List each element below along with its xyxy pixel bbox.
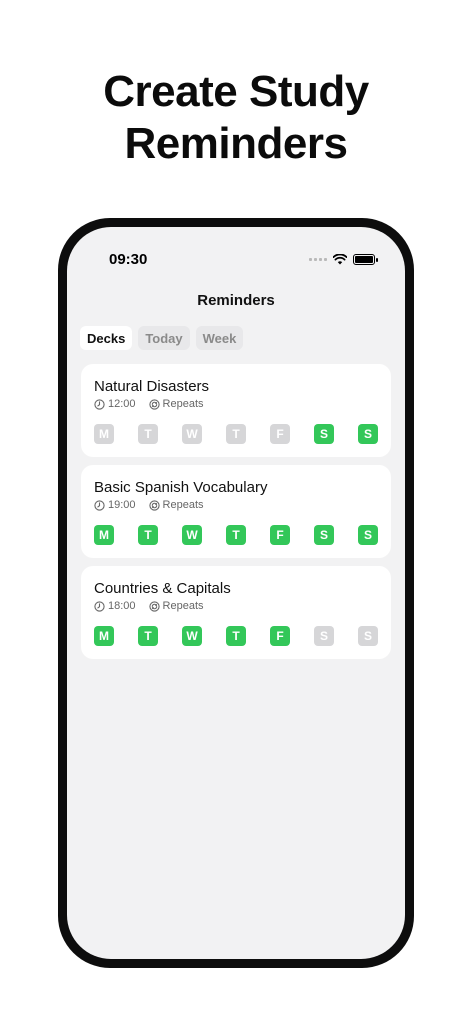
- tab-today[interactable]: Today: [138, 326, 190, 350]
- reminder-card[interactable]: Basic Spanish Vocabulary 19:00 Repeats M T W T…: [81, 465, 391, 558]
- day-toggle[interactable]: T: [138, 626, 158, 646]
- reminder-time: 18:00: [94, 600, 136, 612]
- clock-icon: [94, 499, 105, 511]
- day-toggle[interactable]: S: [314, 424, 334, 444]
- segmented-tabs: Decks Today Week: [80, 326, 244, 350]
- day-toggle[interactable]: W: [182, 626, 202, 646]
- clock-icon: [94, 600, 105, 612]
- repeat-icon: [148, 499, 160, 511]
- weekday-selector: MTWTFSS: [94, 626, 378, 646]
- reminder-title: Countries & Capitals: [94, 580, 231, 597]
- reminder-repeat-label: Repeats: [162, 398, 204, 410]
- day-toggle[interactable]: S: [314, 626, 334, 646]
- reminder-card[interactable]: Natural Disasters 12:00 Repeats M T W T F S S: [81, 364, 391, 457]
- day-toggle[interactable]: T: [226, 525, 246, 545]
- status-bar-indicators: [309, 254, 378, 265]
- day-toggle[interactable]: W: [182, 525, 202, 545]
- reminder-meta: 18:00 Repeats: [94, 600, 204, 612]
- tab-decks[interactable]: Decks: [80, 326, 133, 350]
- weekday-selector: MTWTFSS: [94, 424, 378, 444]
- reminder-repeat: Repeats: [148, 600, 204, 612]
- tab-week[interactable]: Week: [195, 326, 244, 350]
- day-toggle[interactable]: M: [94, 626, 114, 646]
- day-toggle[interactable]: M: [94, 424, 114, 444]
- reminder-repeat-label: Repeats: [162, 499, 204, 511]
- reminder-time-value: 12:00: [108, 398, 136, 410]
- day-toggle[interactable]: S: [358, 626, 378, 646]
- battery-icon: [353, 254, 378, 265]
- day-toggle[interactable]: S: [314, 525, 334, 545]
- status-bar-time: 09:30: [109, 251, 148, 268]
- day-toggle[interactable]: T: [138, 525, 158, 545]
- reminder-title: Natural Disasters: [94, 378, 210, 395]
- reminder-repeat: Repeats: [148, 398, 204, 410]
- reminder-time: 12:00: [94, 398, 136, 410]
- day-toggle[interactable]: S: [358, 424, 378, 444]
- clock-icon: [94, 398, 105, 410]
- cellular-signal-icon: [309, 258, 327, 261]
- day-toggle[interactable]: T: [226, 626, 246, 646]
- day-toggle[interactable]: W: [182, 424, 202, 444]
- repeat-icon: [148, 398, 160, 410]
- repeat-icon: [148, 600, 160, 612]
- weekday-selector: MTWTFSS: [94, 525, 378, 545]
- day-toggle[interactable]: T: [226, 424, 246, 444]
- headline-line-2: Reminders: [124, 119, 348, 168]
- reminder-repeat: Repeats: [148, 499, 204, 511]
- reminder-time-value: 19:00: [108, 499, 136, 511]
- reminder-time: 19:00: [94, 499, 136, 511]
- day-toggle[interactable]: T: [138, 424, 158, 444]
- reminder-meta: 12:00 Repeats: [94, 398, 204, 410]
- day-toggle[interactable]: F: [270, 626, 290, 646]
- day-toggle[interactable]: F: [270, 525, 290, 545]
- reminder-time-value: 18:00: [108, 600, 136, 612]
- reminder-repeat-label: Repeats: [162, 600, 204, 612]
- page-title: Reminders: [197, 292, 275, 309]
- reminder-card[interactable]: Countries & Capitals 18:00 Repeats M T W T F S S: [81, 566, 391, 659]
- headline-line-1: Create Study: [103, 67, 369, 116]
- wifi-icon: [333, 254, 347, 265]
- phone-frame: 09:30 Reminders Decks Today Week Natural…: [58, 218, 414, 968]
- phone-screen: 09:30 Reminders Decks Today Week Natural…: [67, 227, 405, 959]
- day-toggle[interactable]: F: [270, 424, 290, 444]
- day-toggle[interactable]: M: [94, 525, 114, 545]
- reminder-title: Basic Spanish Vocabulary: [94, 479, 268, 496]
- reminder-meta: 19:00 Repeats: [94, 499, 204, 511]
- day-toggle[interactable]: S: [358, 525, 378, 545]
- marketing-headline: Create Study Reminders: [0, 66, 472, 170]
